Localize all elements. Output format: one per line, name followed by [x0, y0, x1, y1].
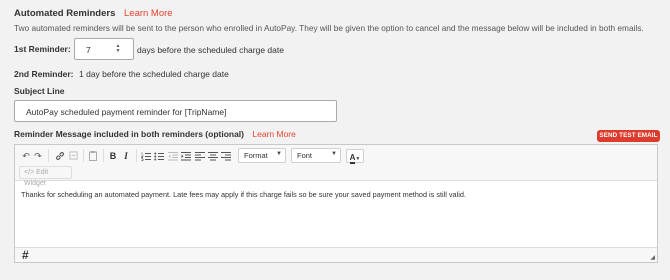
format-select-value: Format [244, 151, 268, 160]
chevron-down-icon: ▼ [331, 151, 337, 157]
font-select-value: Font [297, 151, 313, 160]
first-reminder-suffix: days before the scheduled charge date [137, 45, 284, 55]
editor-toolbar: ↶ ↷ B I Format ▼ Font ▼ A▼ </> Edit Widg… [15, 145, 657, 187]
chevron-down-icon: ▼ [276, 151, 282, 157]
numbered-list-icon[interactable] [140, 149, 152, 163]
first-reminder-days-input[interactable]: 7 ▲ ▼ [74, 38, 134, 60]
align-center-icon[interactable] [207, 149, 219, 163]
link-icon[interactable] [53, 149, 66, 163]
send-test-email-button[interactable]: SEND TEST EMAIL [597, 130, 660, 142]
subject-line-value: AutoPay scheduled payment reminder for [… [26, 107, 227, 117]
editor-statusbar: # ◢ [15, 247, 657, 262]
edit-widget-icon: </> [24, 169, 35, 176]
message-label-text: Reminder Message included in both remind… [14, 129, 245, 139]
font-select[interactable]: Font ▼ [291, 148, 341, 163]
message-label: Reminder Message included in both remind… [14, 129, 296, 139]
align-left-icon[interactable] [194, 149, 206, 163]
outdent-icon[interactable] [167, 149, 179, 163]
subject-line-label: Subject Line [14, 86, 65, 96]
edit-widget-button[interactable]: </> Edit Widget [19, 166, 72, 187]
section-title: Automated Reminders Learn More [14, 8, 173, 19]
second-reminder-label: 2nd Reminder: [14, 69, 74, 79]
bullet-list-icon[interactable] [153, 149, 165, 163]
message-learn-more-link[interactable]: Learn More [252, 129, 295, 139]
indent-icon[interactable] [180, 149, 192, 163]
resize-handle-icon[interactable]: ◢ [650, 254, 655, 261]
format-select[interactable]: Format ▼ [238, 148, 286, 163]
section-description: Two automated reminders will be sent to … [14, 23, 644, 33]
rich-text-editor: ↶ ↷ B I Format ▼ Font ▼ A▼ </> Edit Widg… [14, 144, 658, 263]
redo-icon[interactable]: ↷ [32, 149, 44, 163]
first-reminder-days-value: 7 [86, 45, 91, 55]
hash-icon[interactable]: # [22, 248, 29, 262]
paste-icon[interactable] [87, 149, 99, 163]
number-spinner[interactable]: ▲ ▼ [115, 44, 121, 55]
italic-icon[interactable]: I [121, 149, 131, 163]
section-title-text: Automated Reminders [14, 8, 116, 19]
undo-icon[interactable]: ↶ [20, 149, 32, 163]
editor-content[interactable]: Thanks for scheduling an automated payme… [21, 190, 466, 199]
bold-icon[interactable]: B [108, 149, 118, 163]
subject-line-input[interactable]: AutoPay scheduled payment reminder for [… [14, 100, 337, 122]
unlink-icon[interactable] [67, 149, 79, 163]
text-color-icon[interactable]: A▼ [346, 149, 364, 164]
learn-more-link[interactable]: Learn More [124, 8, 173, 19]
first-reminder-label: 1st Reminder: [14, 44, 71, 54]
align-right-icon[interactable] [220, 149, 232, 163]
spinner-down-icon[interactable]: ▼ [115, 49, 121, 54]
second-reminder-text: 1 day before the scheduled charge date [79, 69, 229, 79]
